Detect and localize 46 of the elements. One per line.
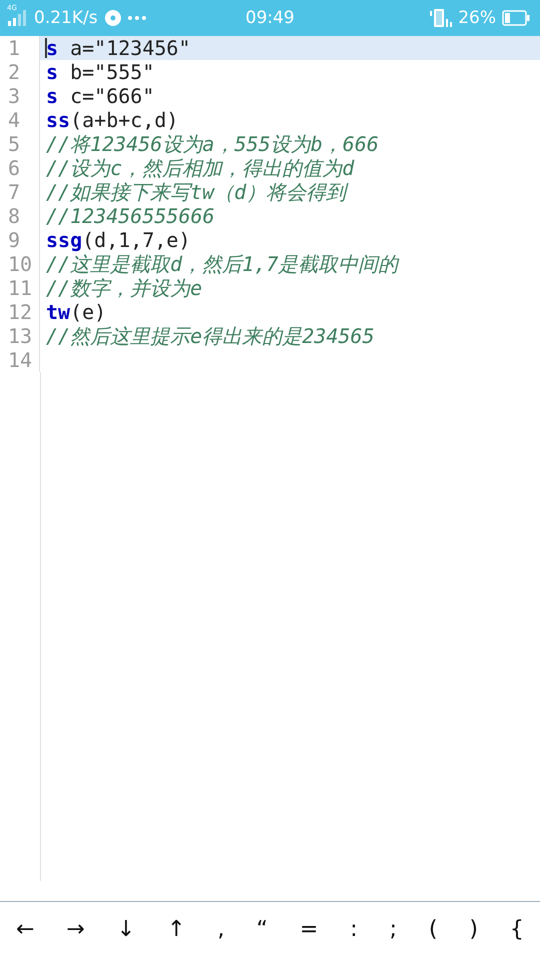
line-number: 12 — [0, 300, 40, 324]
code-line: ss(a+b+c,d) — [45, 108, 180, 132]
code-line: //然后这里提示e得出来的是234565 — [45, 324, 376, 348]
symbol-key[interactable]: → — [60, 912, 91, 946]
symbol-key[interactable]: ; — [383, 912, 403, 946]
line-number: 8 — [0, 204, 40, 228]
more-icon — [128, 16, 146, 20]
code-line: //将123456设为a，555设为b，666 — [45, 132, 380, 156]
code-line: s c="666" — [45, 84, 156, 108]
line-number: 14 — [0, 348, 40, 372]
line-number: 10 — [0, 252, 40, 276]
line-number: 5 — [0, 132, 40, 156]
line-number: 11 — [0, 276, 40, 300]
line-number: 7 — [0, 180, 40, 204]
line-number: 3 — [0, 84, 40, 108]
code-line: //123456555666 — [45, 204, 216, 228]
code-line: tw(e) — [45, 300, 108, 324]
signal-icon — [8, 10, 28, 26]
symbol-key[interactable]: , — [211, 912, 230, 946]
code-line: //设为c，然后相加，得出的值为d — [45, 156, 356, 180]
symbol-key[interactable]: { — [504, 912, 530, 946]
disc-icon — [104, 9, 122, 27]
code-line: s b="555" — [45, 60, 156, 84]
phone-vibrate-icon — [430, 9, 452, 27]
symbol-key[interactable]: “ — [250, 912, 274, 946]
line-number: 13 — [0, 324, 40, 348]
code-line: //数字，并设为e — [45, 276, 204, 300]
code-line: //这里是截取d，然后1,7是截取中间的 — [45, 252, 400, 276]
line-number: 9 — [0, 228, 40, 252]
battery-percent: 26% — [458, 8, 496, 28]
symbol-key[interactable]: ( — [422, 912, 444, 946]
line-number: 4 — [0, 108, 40, 132]
line-number: 6 — [0, 156, 40, 180]
symbol-key[interactable]: = — [294, 912, 324, 946]
battery-icon — [502, 10, 530, 26]
symbol-key[interactable]: : — [344, 912, 364, 946]
symbol-key[interactable]: ) — [463, 912, 484, 946]
current-line-highlight: s a="123456" — [40, 36, 540, 60]
clock: 09:49 — [246, 8, 294, 28]
symbol-key[interactable]: ↓ — [110, 912, 142, 946]
code-line: ssg(d,1,7,e) — [45, 228, 192, 252]
code-line: //如果接下来写tw（d）将会得到 — [45, 180, 350, 204]
symbol-key[interactable]: ↑ — [161, 912, 192, 946]
network-speed: 0.21K/s — [34, 8, 98, 28]
line-number: 2 — [0, 60, 40, 84]
symbol-key[interactable]: ← — [10, 912, 40, 946]
